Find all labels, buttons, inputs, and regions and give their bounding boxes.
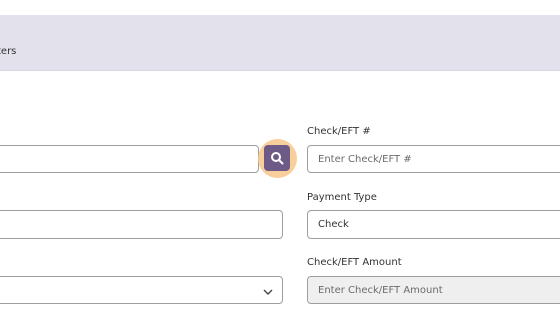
search-icon xyxy=(271,152,284,165)
page: ters Check/EFT # Enter Check/EFT # Payme… xyxy=(0,0,560,315)
check-eft-number-placeholder: Enter Check/EFT # xyxy=(318,153,412,165)
search-button[interactable] xyxy=(264,145,290,171)
check-eft-amount-placeholder: Enter Check/EFT Amount xyxy=(318,284,443,296)
left-text-field-2[interactable] xyxy=(0,210,283,239)
check-eft-number-label: Check/EFT # xyxy=(307,126,371,137)
payment-type-field[interactable]: Check xyxy=(307,210,560,239)
left-select-field[interactable] xyxy=(0,276,283,304)
left-text-field-1[interactable] xyxy=(0,145,259,173)
payment-type-label: Payment Type xyxy=(307,192,377,203)
check-eft-number-input[interactable]: Enter Check/EFT # xyxy=(307,145,560,173)
check-eft-amount-input[interactable]: Enter Check/EFT Amount xyxy=(307,276,560,304)
section-header-title: ters xyxy=(0,46,17,57)
chevron-down-icon xyxy=(263,289,273,295)
payment-type-value: Check xyxy=(318,219,349,230)
section-header xyxy=(0,15,560,71)
check-eft-amount-label: Check/EFT Amount xyxy=(307,257,402,268)
